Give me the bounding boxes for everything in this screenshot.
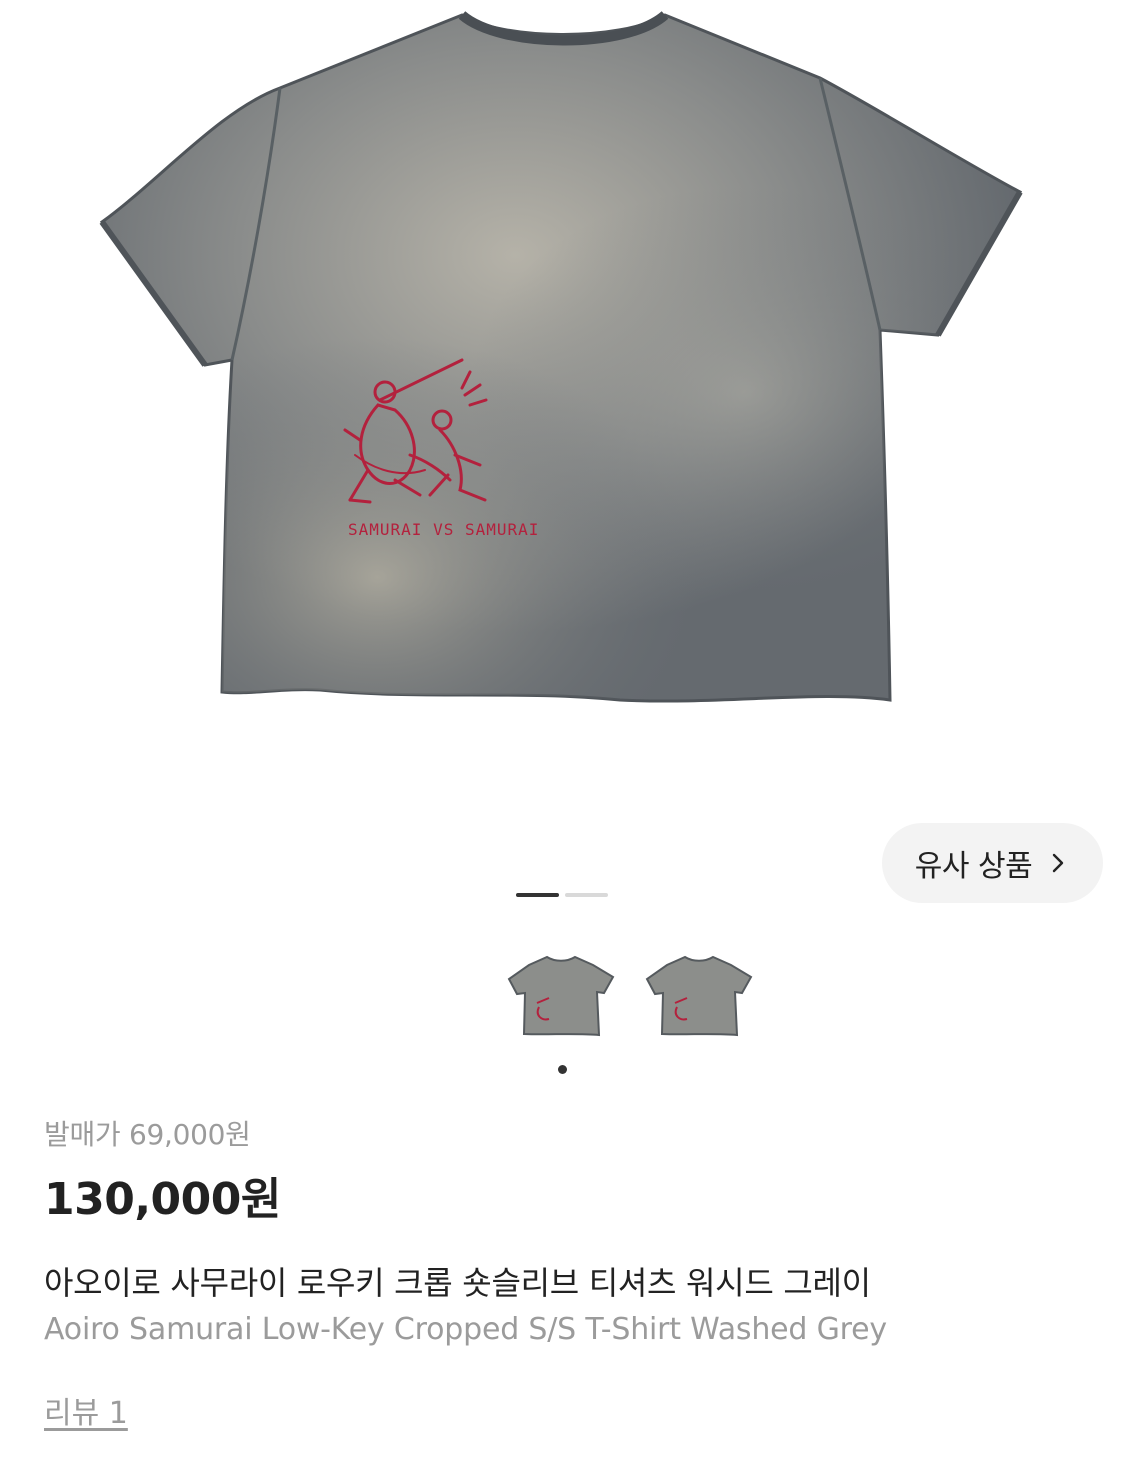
tshirt-image: SAMURAI VS SAMURAI [99,11,1023,703]
tshirt-thumbnail-image [507,955,615,1037]
product-main-image[interactable]: SAMURAI VS SAMURAI [0,0,1125,790]
thumbnail-selected-indicator [558,1065,567,1074]
review-link[interactable]: 리뷰 1 [44,1388,128,1432]
product-name-english: Aoiro Samurai Low-Key Cropped S/S T-Shir… [44,1312,887,1347]
thumbnail-strip [505,950,755,1042]
tshirt-thumbnail-image [645,955,753,1037]
current-price: 130,000원 [44,1174,281,1225]
thumbnail-1[interactable] [505,950,617,1042]
print-text: SAMURAI VS SAMURAI [348,520,539,539]
pager-segment [565,893,608,897]
similar-products-button[interactable]: 유사 상품 [882,823,1103,903]
release-price: 발매가 69,000원 [44,1118,251,1151]
thumbnail-2[interactable] [643,950,755,1042]
gallery-pager [516,893,608,897]
similar-products-label: 유사 상품 [914,849,1033,884]
pager-segment-active [516,893,559,897]
chevron-right-icon [1053,853,1064,873]
product-name-korean: 아오이로 사무라이 로우키 크롭 숏슬리브 티셔츠 워시드 그레이 [44,1264,871,1302]
